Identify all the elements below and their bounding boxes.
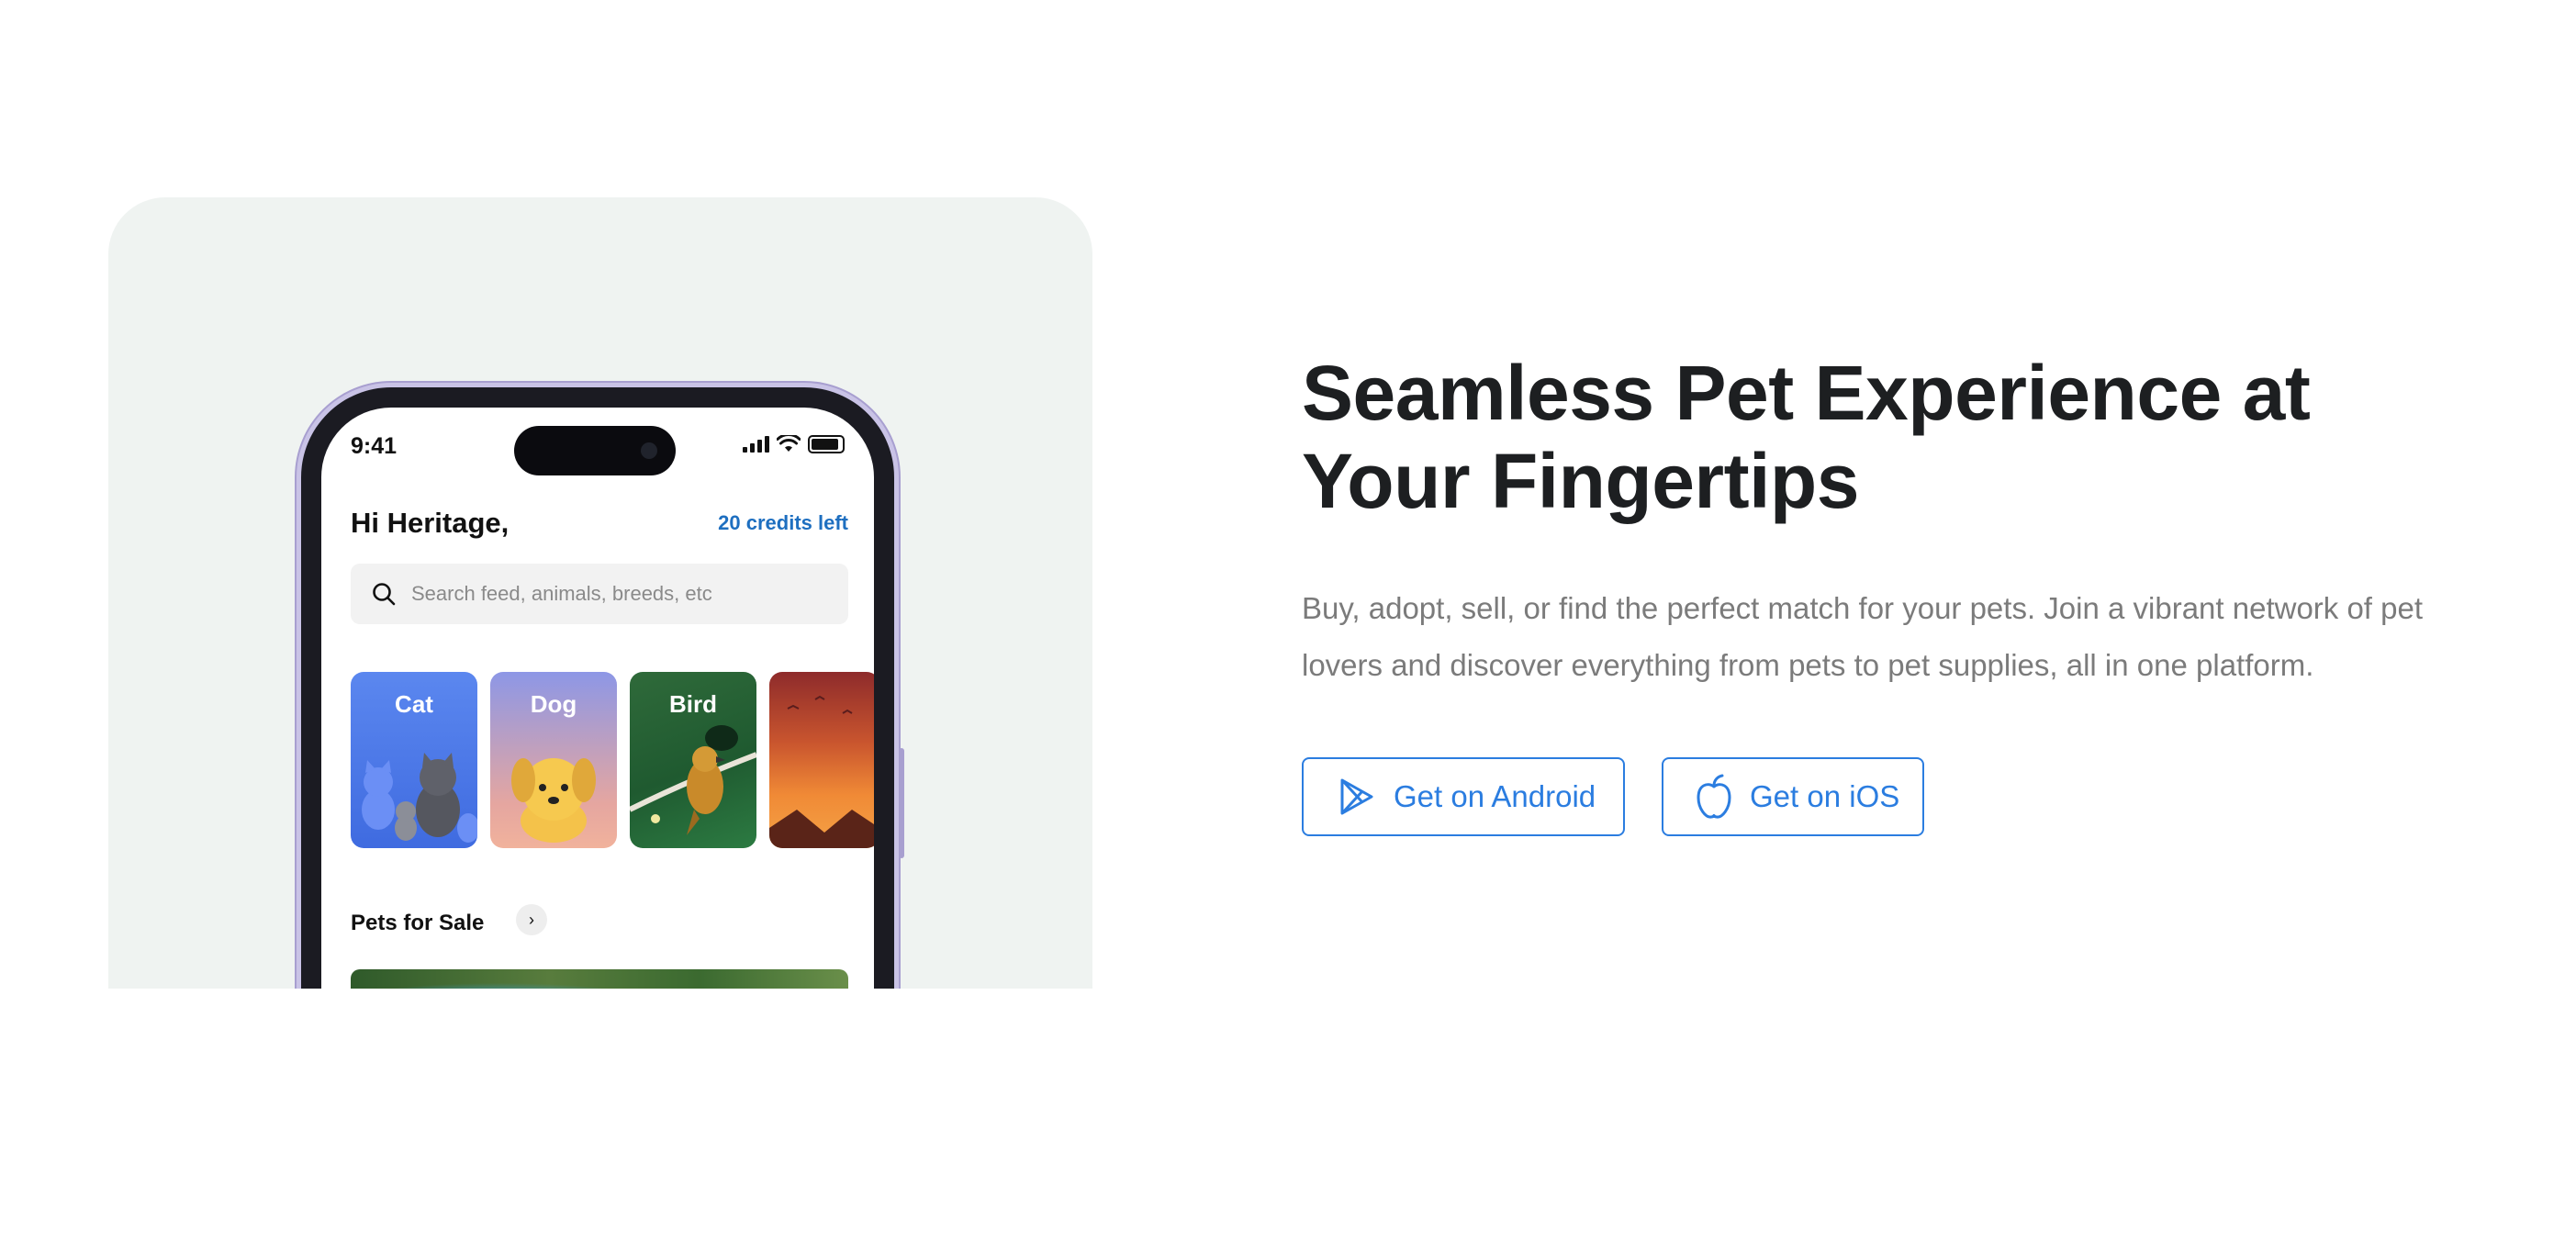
section-title: Pets for Sale (351, 911, 485, 935)
phone-side-button (295, 606, 300, 644)
cat-illustration (362, 753, 477, 843)
get-on-ios-button[interactable]: Get on iOS (1662, 757, 1924, 836)
dog-illustration (511, 758, 596, 843)
phone-showcase-card: 9:41 Hi Heritage, 20 credits left Search… (108, 197, 1092, 989)
category-card-dog[interactable]: Dog (490, 672, 617, 848)
chevron-right-icon[interactable]: › (516, 904, 547, 935)
category-card-cat[interactable]: Cat (351, 672, 477, 848)
android-button-label: Get on Android (1394, 779, 1596, 813)
pet-listing-image[interactable] (351, 969, 848, 989)
greeting: Hi Heritage, (351, 507, 510, 539)
wifi-icon (777, 435, 801, 452)
sunset-illustration (769, 695, 874, 848)
camera-icon (641, 442, 657, 459)
ios-button-label: Get on iOS (1750, 779, 1900, 813)
apple-icon (1695, 774, 1733, 820)
phone-side-button (295, 743, 300, 817)
phone-side-button (295, 656, 300, 730)
search-icon (373, 583, 396, 606)
search-input[interactable]: Search feed, animals, breeds, etc (351, 564, 848, 624)
play-store-icon (1335, 776, 1377, 818)
status-time: 9:41 (351, 433, 398, 459)
category-list: Cat Dog Bird (351, 672, 874, 848)
category-card-bird[interactable]: Bird (630, 672, 756, 848)
bird-illustration (630, 725, 756, 835)
signal-icon (743, 436, 769, 453)
credits-link[interactable]: 20 credits left (718, 511, 848, 535)
phone-mockup: 9:41 Hi Heritage, 20 credits left Search… (301, 387, 894, 989)
category-card-sunset[interactable] (769, 672, 874, 848)
dynamic-island (514, 426, 676, 475)
phone-screen: 9:41 Hi Heritage, 20 credits left Search… (321, 408, 874, 989)
battery-icon (808, 435, 845, 453)
status-icons (743, 435, 845, 453)
search-placeholder: Search feed, animals, breeds, etc (411, 582, 712, 605)
page-title: Seamless Pet Experience at Your Fingerti… (1302, 350, 2311, 524)
phone-side-button (899, 748, 904, 858)
get-on-android-button[interactable]: Get on Android (1302, 757, 1625, 836)
page-description: Buy, adopt, sell, or find the perfect ma… (1302, 591, 2424, 682)
